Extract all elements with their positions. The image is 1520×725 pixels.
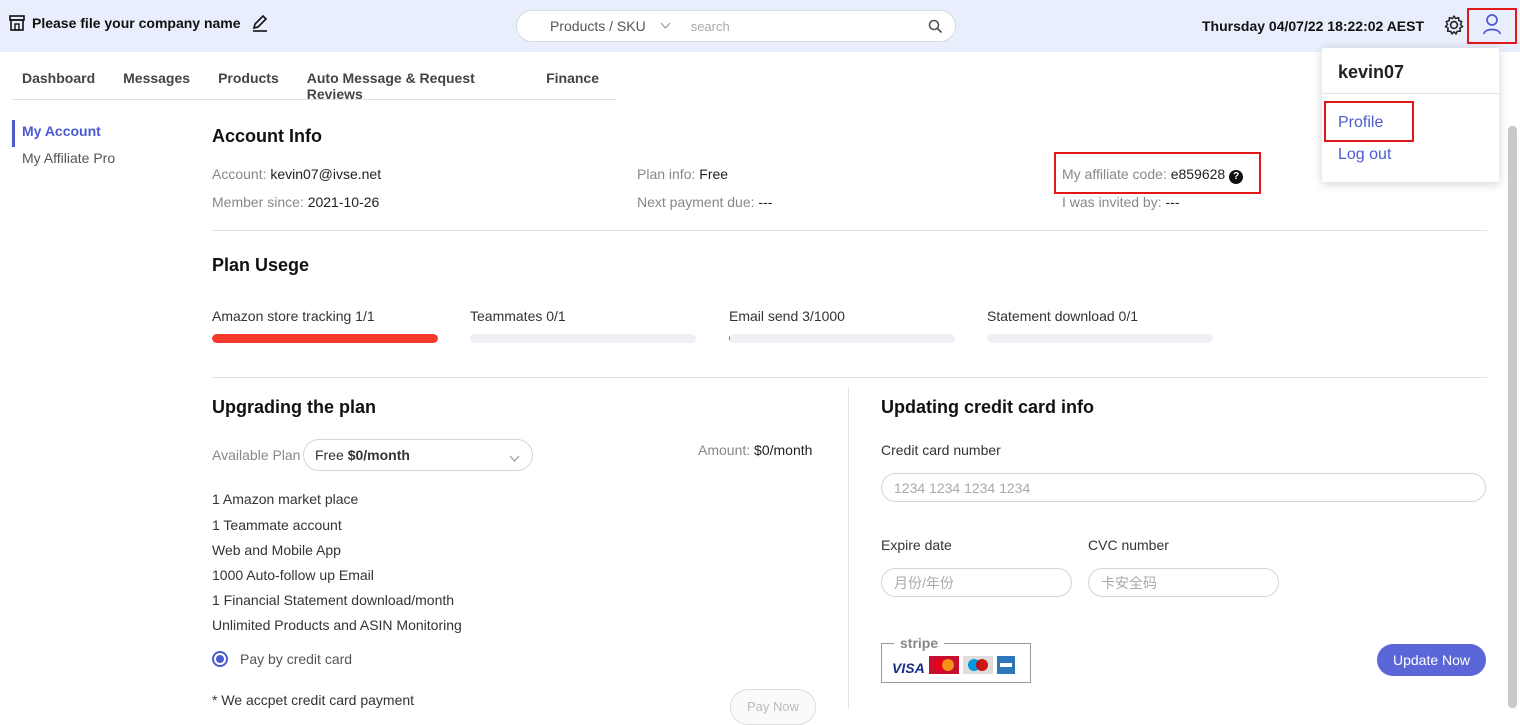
expire-label: Expire date: [881, 537, 952, 553]
profile-highlight-box: [1324, 101, 1414, 142]
stripe-badge: stripe VISA: [881, 635, 1031, 683]
search-icon[interactable]: [928, 19, 943, 39]
search-scope-select[interactable]: Products / SKU: [550, 18, 646, 34]
search-input[interactable]: [690, 18, 911, 34]
plan-feature: 1 Teammate account: [212, 517, 342, 533]
datetime: Thursday 04/07/22 18:22:02 AEST: [1202, 18, 1425, 34]
account-email: Account: kevin07@ivse.net: [212, 166, 382, 182]
vertical-scrollbar[interactable]: [1508, 126, 1517, 708]
mastercard-icon: [928, 656, 959, 679]
plan-feature: 1 Financial Statement download/month: [212, 592, 455, 608]
gear-icon[interactable]: [1443, 14, 1465, 41]
visa-icon: VISA: [892, 659, 925, 676]
sidebar: My Account My Affiliate Pro: [12, 120, 115, 174]
usage-teammates: Teammates 0/1: [470, 308, 696, 343]
usage-progress-bar: [729, 334, 955, 343]
available-plan-label: Available Plan: [212, 447, 301, 463]
affiliate-highlight-box: [1054, 152, 1261, 194]
sidebar-item-my-account[interactable]: My Account: [12, 120, 115, 147]
update-now-button[interactable]: Update Now: [1377, 644, 1486, 676]
edit-icon[interactable]: [251, 14, 269, 32]
tab-dashboard[interactable]: Dashboard: [12, 56, 109, 99]
usage-progress-fill: [212, 334, 438, 343]
pay-by-card-radio[interactable]: [212, 651, 228, 667]
chevron-down-icon: [509, 449, 520, 465]
plan-feature: Web and Mobile App: [212, 542, 341, 558]
user-icon: [1482, 13, 1502, 40]
usage-progress-bar: [212, 334, 438, 343]
sidebar-item-affiliate-pro[interactable]: My Affiliate Pro: [12, 147, 115, 174]
cvc-field[interactable]: [1088, 568, 1279, 597]
pay-method-label: Pay by credit card: [240, 651, 353, 667]
company-name-area: Please file your company name: [8, 14, 269, 32]
plan-usage-title: Plan Usege: [212, 255, 310, 275]
top-header: Please file your company name Products /…: [0, 0, 1520, 52]
usage-progress-bar: [470, 334, 696, 343]
plan-feature: Unlimited Products and ASIN Monitoring: [212, 617, 462, 633]
amount: Amount: $0/month: [698, 442, 813, 458]
tab-finance[interactable]: Finance: [536, 56, 613, 99]
member-since: Member since: 2021-10-26: [212, 194, 380, 210]
menu-item-logout[interactable]: Log out: [1338, 146, 1391, 164]
vertical-divider: [848, 388, 849, 708]
pay-now-button[interactable]: Pay Now: [730, 689, 816, 725]
usage-statement-download: Statement download 0/1: [987, 308, 1213, 343]
card-number-field[interactable]: [881, 473, 1486, 502]
tab-products[interactable]: Products: [208, 56, 293, 99]
amex-icon: [996, 656, 1015, 679]
plan-info: Plan info: Free: [637, 166, 729, 182]
card-number-label: Credit card number: [881, 442, 1001, 458]
plan-feature: 1000 Auto-follow up Email: [212, 567, 374, 583]
tab-auto-message[interactable]: Auto Message & Request Reviews: [297, 56, 532, 102]
invited-by: I was invited by: ---: [1062, 194, 1180, 210]
cvc-input[interactable]: [1101, 575, 1261, 591]
usage-progress-bar: [987, 334, 1213, 343]
account-info-title: Account Info: [212, 126, 322, 146]
divider: [212, 230, 1487, 231]
company-name: Please file your company name: [32, 15, 241, 31]
plan-feature: 1 Amazon market place: [212, 491, 359, 507]
upgrade-title: Upgrading the plan: [212, 397, 376, 417]
maestro-icon: [962, 656, 993, 679]
tab-messages[interactable]: Messages: [113, 56, 204, 99]
expire-field[interactable]: [881, 568, 1072, 597]
stripe-logo: stripe: [894, 635, 945, 651]
chevron-down-icon[interactable]: [660, 20, 671, 32]
payment-note: * We accpet credit card payment: [212, 692, 415, 708]
divider: [1322, 93, 1499, 94]
user-menu-button[interactable]: [1467, 8, 1517, 44]
main-nav: Dashboard Messages Products Auto Message…: [12, 56, 617, 102]
card-number-input[interactable]: [894, 480, 1426, 496]
cvc-label: CVC number: [1088, 537, 1169, 553]
usage-progress-fill: [729, 334, 730, 343]
store-icon: [8, 14, 26, 32]
next-payment: Next payment due: ---: [637, 194, 773, 210]
usage-email-send: Email send 3/1000: [729, 308, 955, 343]
usage-store-tracking: Amazon store tracking 1/1: [212, 308, 438, 343]
divider: [212, 377, 1487, 378]
credit-card-title: Updating credit card info: [881, 397, 1095, 417]
dropdown-username: kevin07: [1338, 62, 1405, 82]
expire-input[interactable]: [894, 575, 1054, 591]
plan-select[interactable]: Free $0/month: [303, 439, 533, 471]
search-bar: Products / SKU: [516, 10, 956, 42]
